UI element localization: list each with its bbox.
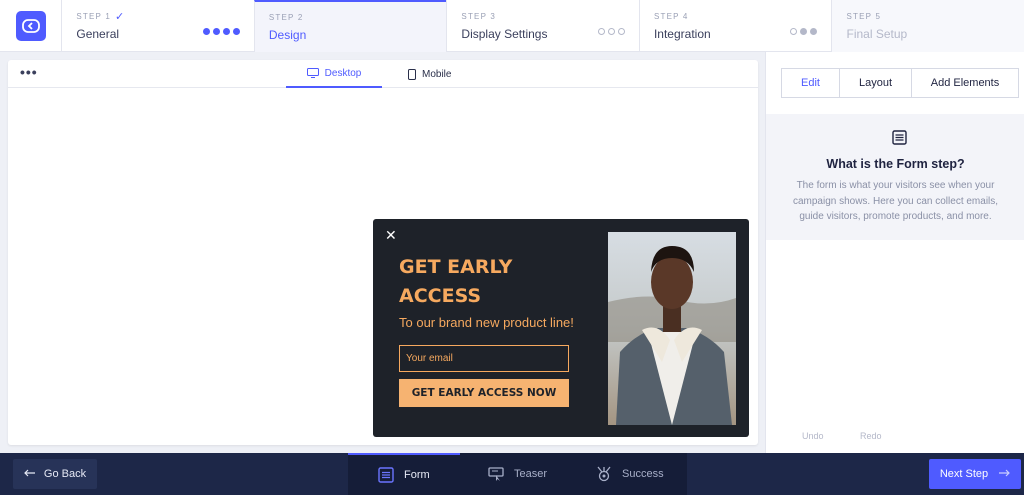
tab-desktop[interactable]: Desktop	[286, 60, 382, 88]
form-icon	[378, 467, 394, 483]
popup-preview[interactable]: ✕ GET EARLY ACCESS To our brand new prod…	[373, 219, 749, 437]
mode-form[interactable]: Form	[348, 453, 460, 495]
step-navigation: STEP 1 ✓ General STEP 2 Design STEP 3 Dis…	[0, 0, 1024, 52]
step-number: STEP 5	[846, 12, 882, 21]
close-icon[interactable]: ✕	[385, 227, 397, 244]
tab-label: Mobile	[422, 68, 452, 80]
more-options-icon[interactable]: •••	[20, 65, 38, 79]
info-text: The form is what your visitors see when …	[792, 180, 999, 222]
hero-photo[interactable]	[608, 232, 736, 425]
step-info-box: What is the Form step? The form is what …	[766, 114, 1024, 240]
step-design[interactable]: STEP 2 Design	[253, 0, 447, 52]
step-final-setup[interactable]: STEP 5 Final Setup	[831, 0, 1024, 52]
editor-panel: Edit Layout Add Elements What is the For…	[765, 52, 1024, 453]
go-back-label: Go Back	[43, 468, 87, 480]
mode-switcher: Form Teaser Success	[348, 453, 687, 495]
step-number: STEP 2	[268, 13, 304, 22]
logo-cell	[0, 0, 61, 52]
success-icon	[597, 466, 611, 482]
mode-label: Teaser	[514, 468, 548, 480]
tab-edit[interactable]: Edit	[782, 69, 840, 97]
mode-label: Success	[622, 468, 664, 480]
step-display-settings[interactable]: STEP 3 Display Settings	[446, 0, 639, 52]
step-number: STEP 3	[461, 12, 497, 21]
step-integration[interactable]: STEP 4 Integration	[638, 0, 832, 52]
teaser-icon	[488, 467, 504, 481]
progress-dots	[597, 28, 625, 35]
mode-teaser[interactable]: Teaser	[460, 453, 570, 495]
undo-button[interactable]: Undo	[802, 431, 824, 441]
step-number: STEP 1	[76, 12, 111, 21]
progress-dots	[790, 28, 818, 35]
desktop-icon	[306, 68, 319, 78]
step-title: Design	[268, 28, 307, 42]
arrow-left-icon	[24, 468, 36, 480]
tab-add-elements[interactable]: Add Elements	[912, 69, 1018, 97]
next-step-button[interactable]: Next Step	[929, 459, 1021, 489]
tab-label: Desktop	[324, 67, 362, 79]
check-icon: ✓	[114, 10, 126, 23]
go-back-button[interactable]: Go Back	[13, 459, 97, 489]
next-step-label: Next Step	[939, 468, 989, 480]
step-number: STEP 4	[653, 12, 689, 21]
form-icon	[892, 130, 907, 150]
email-field[interactable]	[399, 345, 569, 372]
panel-tabs: Edit Layout Add Elements	[781, 68, 1019, 98]
progress-dots	[202, 28, 240, 35]
mode-label: Form	[404, 469, 430, 481]
popup-subline[interactable]: To our brand new product line!	[399, 315, 574, 330]
arrow-right-icon	[998, 468, 1011, 480]
tab-layout[interactable]: Layout	[840, 69, 912, 97]
mode-success[interactable]: Success	[570, 453, 687, 495]
tab-mobile[interactable]: Mobile	[408, 60, 468, 88]
get-early-access-button[interactable]: GET EARLY ACCESS NOW	[399, 379, 569, 407]
popup-headline[interactable]: GET EARLY ACCESS	[399, 253, 579, 311]
canvas-header: ••• Desktop Mobile	[8, 60, 758, 88]
info-title: What is the Form step?	[826, 157, 965, 171]
logo-icon[interactable]	[15, 11, 46, 41]
redo-button[interactable]: Redo	[860, 431, 882, 441]
mobile-icon	[408, 68, 416, 80]
step-title: Final Setup	[846, 27, 908, 41]
step-general[interactable]: STEP 1 ✓ General	[61, 0, 254, 52]
bottom-bar: Go Back Form Teaser Success Next Step	[0, 453, 1024, 495]
